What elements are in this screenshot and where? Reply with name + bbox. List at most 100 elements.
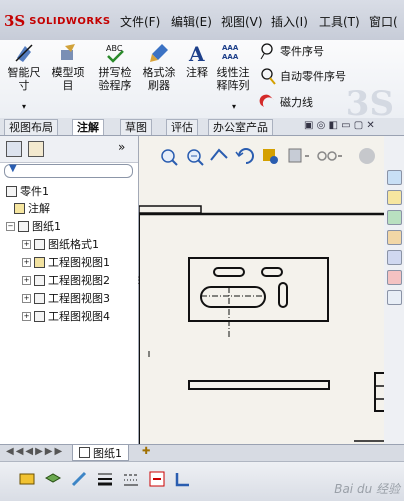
spell-check-label: 拼写检 验程序 bbox=[98, 66, 132, 92]
property-manager-tab-icon[interactable] bbox=[28, 141, 44, 157]
file-explorer-icon[interactable] bbox=[387, 210, 402, 225]
line-style-icon[interactable] bbox=[122, 470, 140, 488]
note-button[interactable]: A 注释 bbox=[182, 42, 212, 79]
model-items-icon bbox=[61, 44, 75, 60]
expand-icon[interactable]: + bbox=[22, 293, 31, 303]
view-palette-icon[interactable] bbox=[387, 250, 402, 265]
feature-tree-tab-icon[interactable] bbox=[6, 141, 22, 157]
line-thickness-icon[interactable] bbox=[96, 470, 114, 488]
heads-up-view-toolbar bbox=[139, 136, 404, 196]
task-pane-tabs bbox=[385, 168, 404, 348]
tree-item-label: 图纸1 bbox=[32, 220, 61, 233]
expand-icon[interactable]: + bbox=[22, 311, 31, 321]
add-sheet-icon[interactable]: ✚ bbox=[142, 446, 150, 457]
expand-icon[interactable]: + bbox=[22, 275, 31, 285]
tree-item-label: 工程图视图3 bbox=[48, 292, 110, 305]
menu-view[interactable]: 视图(V) bbox=[221, 13, 263, 30]
expand-icon[interactable]: + bbox=[22, 239, 31, 249]
collapse-icon[interactable]: − bbox=[6, 221, 15, 231]
bottom-toolbar: Bai du 经验 bbox=[0, 461, 404, 501]
solidworks-logo: 3S SOLIDWORKS bbox=[4, 10, 111, 32]
note-label: 注释 bbox=[186, 66, 208, 79]
layer-properties-icon[interactable] bbox=[18, 470, 36, 488]
filter-icon: ▼ bbox=[9, 163, 17, 174]
menu-tools[interactable]: 工具(T) bbox=[319, 13, 360, 30]
tree-item-drawing-view2[interactable]: + 工程图视图2 bbox=[22, 272, 110, 288]
linear-note-pattern-button[interactable]: AAA AAA 线性注 释阵列 bbox=[214, 42, 252, 92]
view-settings-icon[interactable] bbox=[317, 151, 342, 161]
hide-show-edges-icon[interactable] bbox=[148, 470, 166, 488]
command-tabs: 视图布局 注解 草图 评估 办公室产品 ▣ ◎ ◧ ▭ ▢ ✕ bbox=[0, 118, 404, 136]
tree-item-sheet-format1[interactable]: + 图纸格式1 bbox=[22, 236, 99, 252]
solidworks-resources-icon[interactable] bbox=[387, 170, 402, 185]
sheet-nav-arrows-icon[interactable]: ◀◀◀▶▶▶ bbox=[6, 446, 64, 457]
balloon-icon bbox=[260, 43, 273, 60]
spell-check-button[interactable]: ABC 拼写检 验程序 bbox=[94, 42, 136, 92]
search-icon[interactable] bbox=[387, 230, 402, 245]
balloon-button[interactable]: 零件序号 bbox=[258, 42, 324, 60]
line-color-icon[interactable] bbox=[70, 470, 88, 488]
rotate-view-icon[interactable] bbox=[235, 148, 254, 164]
drawing-view-icon bbox=[34, 310, 45, 322]
balloon-label: 零件序号 bbox=[280, 45, 324, 58]
format-painter-label: 格式涂 刷器 bbox=[142, 66, 176, 92]
zoom-to-fit-icon[interactable] bbox=[161, 149, 178, 166]
appearances-icon[interactable] bbox=[387, 270, 402, 285]
ribbon-dropdown-arrow-icon[interactable]: ▾ bbox=[232, 102, 236, 111]
custom-properties-icon[interactable] bbox=[387, 290, 402, 305]
tab-sketch[interactable]: 草图 bbox=[120, 119, 152, 135]
tree-filter-input[interactable]: ▼ bbox=[4, 163, 133, 178]
previous-view-icon[interactable] bbox=[210, 148, 228, 161]
tree-item-sheet1[interactable]: − 图纸1 bbox=[6, 218, 61, 234]
sheet-tab-label: 图纸1 bbox=[93, 446, 122, 460]
menu-window[interactable]: 窗口( bbox=[369, 13, 398, 30]
tree-root-part[interactable]: 零件1 bbox=[6, 183, 49, 199]
sheet-tab-bar: ◀◀◀▶▶▶ 图纸1 ✚ bbox=[0, 444, 404, 461]
feature-manager-panel: » ▼ 零件1 注解 − 图纸1 + 图纸格式1 + 工程图视图1 + 工程图视… bbox=[0, 136, 143, 488]
smart-dimension-button[interactable]: 智能尺 寸 bbox=[4, 42, 44, 92]
smart-dimension-dropdown-icon[interactable]: ▾ bbox=[22, 102, 26, 111]
tree-item-drawing-view3[interactable]: + 工程图视图3 bbox=[22, 290, 110, 306]
display-style-icon[interactable] bbox=[288, 148, 309, 163]
zoom-area-icon[interactable] bbox=[187, 149, 204, 166]
drawing-sheet[interactable] bbox=[138, 201, 386, 451]
logo-mark: 3S bbox=[4, 12, 26, 30]
tab-office-products[interactable]: 办公室产品 bbox=[208, 119, 273, 135]
sheet-format-icon bbox=[34, 238, 45, 250]
panel-controls-icon[interactable]: ▣ ◎ ◧ ▭ ▢ ✕ bbox=[304, 120, 375, 131]
color-display-mode-icon[interactable] bbox=[174, 470, 192, 488]
section-view-icon[interactable] bbox=[263, 149, 278, 164]
magnetic-line-button[interactable]: 磁力线 bbox=[258, 93, 313, 111]
appearance-icon[interactable] bbox=[359, 148, 375, 164]
menu-insert[interactable]: 插入(I) bbox=[271, 13, 308, 30]
auto-balloon-label: 自动零件序号 bbox=[280, 70, 346, 83]
tab-view-layout[interactable]: 视图布局 bbox=[4, 119, 58, 135]
linear-note-pattern-label: 线性注 释阵列 bbox=[216, 66, 250, 92]
view-toolbar-icons bbox=[161, 148, 375, 166]
tree-item-drawing-view4[interactable]: + 工程图视图4 bbox=[22, 308, 110, 324]
tree-item-label: 工程图视图4 bbox=[48, 310, 110, 323]
drawing-view-icon bbox=[34, 292, 45, 304]
tab-annotation[interactable]: 注解 bbox=[72, 119, 104, 135]
logo-text: SOLIDWORKS bbox=[29, 15, 111, 27]
auto-balloon-button[interactable]: 自动零件序号 bbox=[258, 67, 346, 85]
magnetic-line-icon bbox=[259, 94, 274, 107]
menu-edit[interactable]: 编辑(E) bbox=[171, 13, 212, 30]
tab-evaluate[interactable]: 评估 bbox=[166, 119, 198, 135]
model-items-button[interactable]: 模型项 目 bbox=[48, 42, 88, 92]
tree-item-drawing-view1[interactable]: + 工程图视图1 bbox=[22, 254, 110, 270]
auto-balloon-icon bbox=[261, 68, 276, 85]
format-painter-button[interactable]: 格式涂 刷器 bbox=[138, 42, 180, 92]
tree-item-annotations[interactable]: 注解 bbox=[14, 200, 50, 216]
format-painter-icon bbox=[150, 44, 168, 62]
expand-icon[interactable]: + bbox=[22, 257, 31, 267]
tree-item-label: 工程图视图1 bbox=[48, 256, 110, 269]
sheet-tab[interactable]: 图纸1 bbox=[72, 445, 129, 461]
note-icon: A bbox=[188, 42, 205, 64]
layers-icon[interactable] bbox=[44, 470, 62, 488]
smart-dimension-icon bbox=[15, 44, 33, 62]
expand-panel-icon[interactable]: » bbox=[118, 140, 125, 154]
tree-item-label: 图纸格式1 bbox=[48, 238, 99, 251]
design-library-icon[interactable] bbox=[387, 190, 402, 205]
menu-file[interactable]: 文件(F) bbox=[120, 13, 160, 30]
